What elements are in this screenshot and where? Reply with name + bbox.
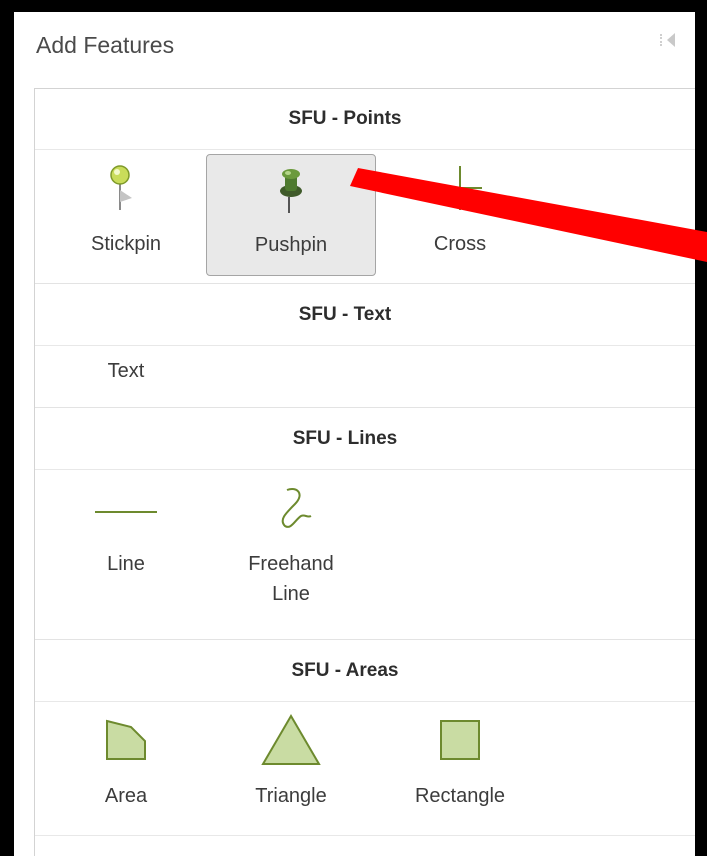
add-features-panel: Add Features SFU - Points Stickpin Pushp… [14, 12, 695, 856]
section-header-lines: SFU - Lines [35, 407, 695, 470]
template-label: Freehand Line [248, 553, 334, 605]
section-title: SFU - Points [288, 108, 402, 129]
rectangle-icon [375, 714, 545, 766]
grip-icon [660, 34, 664, 46]
template-freehand-line[interactable]: Freehand Line [206, 474, 376, 634]
template-label: Line [107, 553, 145, 575]
areas-grid: Area Triangle Rectangle [35, 701, 695, 836]
freehand-line-icon [206, 482, 376, 534]
template-area[interactable]: Area [41, 706, 211, 828]
collapse-panel-button[interactable] [660, 28, 682, 52]
cross-icon [375, 162, 545, 214]
points-grid: Stickpin Pushpin Cross [35, 149, 695, 284]
template-stickpin[interactable]: Stickpin [41, 154, 211, 276]
template-label: Triangle [255, 785, 327, 807]
template-label: Rectangle [414, 785, 506, 807]
feature-template-list: SFU - Points Stickpin Pushpin Cross SFU … [34, 88, 695, 856]
template-label: Area [104, 785, 148, 807]
stickpin-icon [41, 162, 211, 214]
template-cross[interactable]: Cross [375, 154, 545, 276]
template-label: Text [107, 360, 145, 382]
template-text[interactable]: Text [41, 346, 211, 406]
section-title: SFU - Text [298, 304, 392, 325]
triangle-icon [206, 714, 376, 766]
section-title: SFU - Lines [292, 428, 398, 449]
line-icon [41, 482, 211, 534]
text-grid: Text [35, 345, 695, 408]
chevron-left-icon [667, 33, 675, 47]
template-rectangle[interactable]: Rectangle [375, 706, 545, 828]
lines-grid: Line Freehand Line [35, 469, 695, 640]
template-pushpin[interactable]: Pushpin [206, 154, 376, 276]
pushpin-icon [207, 163, 375, 215]
panel-title: Add Features [36, 32, 175, 58]
template-line[interactable]: Line [41, 474, 211, 634]
template-triangle[interactable]: Triangle [206, 706, 376, 828]
template-label: Pushpin [254, 234, 328, 256]
template-label: Cross [433, 233, 487, 255]
more-templates-row [35, 835, 695, 856]
section-header-points: SFU - Points [35, 89, 695, 149]
section-header-text: SFU - Text [35, 283, 695, 346]
section-title: SFU - Areas [291, 660, 399, 681]
section-header-areas: SFU - Areas [35, 639, 695, 702]
template-label: Stickpin [90, 233, 162, 255]
area-icon [41, 714, 211, 766]
